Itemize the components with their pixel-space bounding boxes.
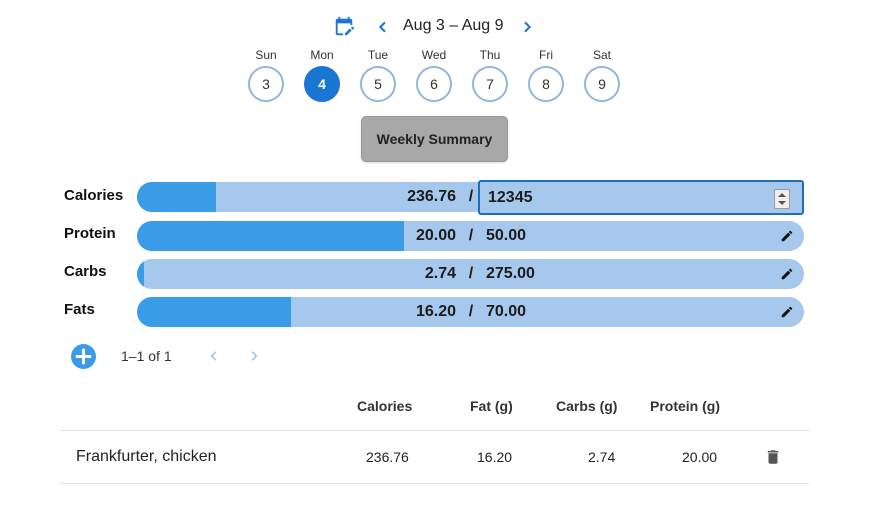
protein-current: 20.00: [415, 227, 456, 244]
row-carbs: 2.74: [588, 449, 616, 465]
carbs-progress-bar: 2.74 / 275.00: [137, 259, 804, 289]
fats-progress-fill: [137, 297, 292, 327]
day-button[interactable]: 4: [304, 66, 340, 102]
day-fri[interactable]: Fri 8: [526, 48, 566, 102]
calendar-edit-icon[interactable]: [333, 16, 355, 38]
fats-progress-bar: 16.20 / 70.00: [137, 297, 804, 327]
trash-icon[interactable]: [764, 447, 782, 467]
add-food-button[interactable]: [71, 344, 96, 369]
number-spinner[interactable]: [774, 189, 790, 209]
chevron-right-icon[interactable]: [247, 349, 261, 363]
protein-progress-bar: 20.00 / 50.00: [137, 221, 804, 251]
chevron-right-icon[interactable]: [519, 19, 535, 35]
day-button[interactable]: 9: [584, 66, 620, 102]
day-button[interactable]: 5: [360, 66, 396, 102]
column-header-carbs[interactable]: Carbs (g): [556, 398, 617, 414]
carbs-current: 2.74: [424, 265, 456, 282]
chevron-left-icon[interactable]: [207, 349, 221, 363]
spinner-arrows-icon: [778, 193, 786, 205]
column-header-fat[interactable]: Fat (g): [470, 398, 513, 414]
protein-label: Protein: [64, 225, 116, 242]
day-sat[interactable]: Sat 9: [582, 48, 622, 102]
day-name: Wed: [421, 48, 447, 62]
carbs-separator: /: [468, 265, 474, 282]
protein-goal: 50.00: [486, 227, 527, 244]
calories-goal-input-box[interactable]: [478, 180, 804, 215]
pagination-range: 1–1 of 1: [121, 348, 172, 364]
day-tue[interactable]: Tue 5: [358, 48, 398, 102]
calories-goal-input[interactable]: [488, 187, 758, 209]
day-name: Thu: [479, 48, 501, 62]
carbs-label: Carbs: [64, 263, 107, 280]
day-name: Mon: [310, 48, 334, 62]
week-range: Aug 3 – Aug 9: [403, 17, 504, 34]
row-protein: 20.00: [682, 449, 718, 465]
calories-separator: /: [468, 188, 474, 205]
pencil-icon[interactable]: [780, 229, 794, 243]
day-button[interactable]: 7: [472, 66, 508, 102]
day-wed[interactable]: Wed 6: [414, 48, 454, 102]
fats-separator: /: [468, 303, 474, 320]
fats-goal: 70.00: [486, 303, 527, 320]
row-fat: 16.20: [477, 449, 513, 465]
carbs-goal: 275.00: [486, 265, 535, 282]
pencil-icon[interactable]: [780, 267, 794, 281]
calories-label: Calories: [64, 187, 124, 204]
day-button[interactable]: 8: [528, 66, 564, 102]
day-thu[interactable]: Thu 7: [470, 48, 510, 102]
calories-progress-fill: [137, 182, 216, 212]
weekly-summary-button[interactable]: Weekly Summary: [361, 116, 508, 162]
table-divider: [60, 483, 809, 484]
food-name: Frankfurter, chicken: [76, 448, 217, 465]
protein-separator: /: [468, 227, 474, 244]
day-button[interactable]: 3: [248, 66, 284, 102]
table-divider: [60, 430, 809, 431]
plus-icon: [75, 348, 92, 365]
chevron-left-icon[interactable]: [375, 19, 391, 35]
day-name: Fri: [539, 48, 553, 62]
fats-label: Fats: [64, 301, 95, 318]
day-mon[interactable]: Mon 4: [302, 48, 342, 102]
column-header-calories[interactable]: Calories: [357, 398, 412, 414]
fats-current: 16.20: [415, 303, 456, 320]
calories-current: 236.76: [407, 188, 456, 205]
carbs-progress-fill: [137, 259, 144, 289]
day-button[interactable]: 6: [416, 66, 452, 102]
day-name: Sun: [255, 48, 277, 62]
row-calories: 236.76: [366, 449, 409, 465]
column-header-protein[interactable]: Protein (g): [650, 398, 720, 414]
day-name: Sat: [592, 48, 611, 62]
pencil-icon[interactable]: [780, 305, 794, 319]
day-name: Tue: [367, 48, 389, 62]
day-sun[interactable]: Sun 3: [246, 48, 286, 102]
